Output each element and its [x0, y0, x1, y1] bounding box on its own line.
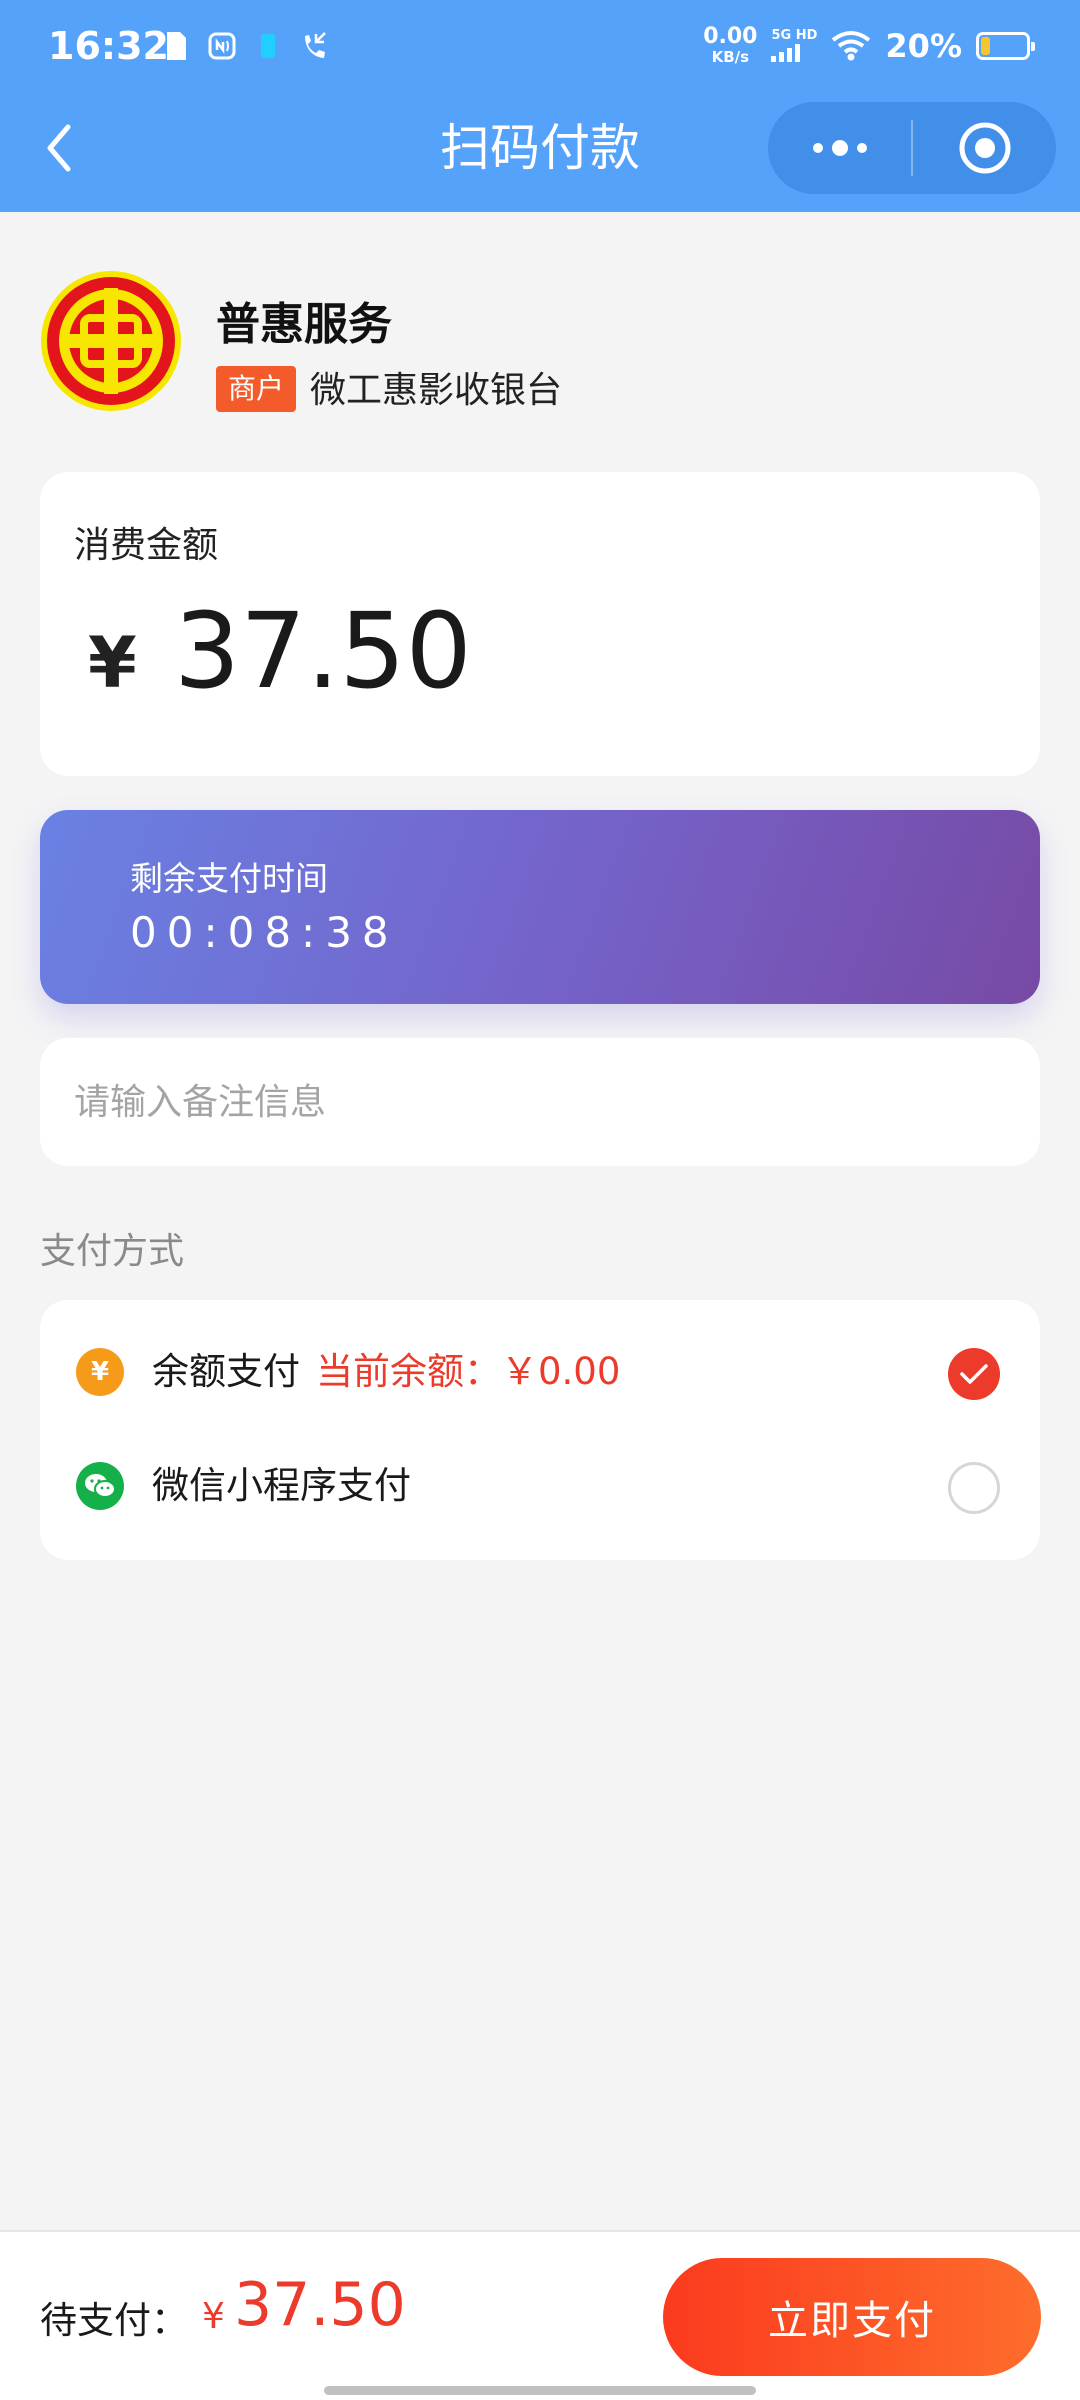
- timer-label: 剩余支付时间: [130, 859, 328, 898]
- cellular-signal: 5G HD: [771, 29, 817, 62]
- nfc-icon: [208, 30, 236, 62]
- status-left-icons: [162, 30, 328, 62]
- bottom-pay-bar: 待支付： ¥ 37.50 立即支付: [0, 2230, 1080, 2400]
- pending-currency-symbol: ¥: [202, 2296, 225, 2337]
- battery-fill: [981, 36, 990, 55]
- radio-selected[interactable]: [948, 1348, 1000, 1400]
- wechat-icon: [76, 1462, 124, 1510]
- merchant-info: 普惠服务 商户 微工惠影收银台: [40, 270, 1040, 415]
- checkmark-icon: [960, 1364, 988, 1384]
- coin-yen-icon: ¥: [76, 1348, 124, 1396]
- radio-unselected[interactable]: [948, 1462, 1000, 1514]
- battery-icon: [976, 31, 1035, 60]
- status-right: 0.00 KB/s 5G HD 20%: [703, 24, 1035, 66]
- remark-input[interactable]: [74, 1038, 1004, 1166]
- amount-currency-symbol: ¥: [88, 622, 137, 704]
- payment-methods-card: ¥ 余额支付 当前余额：￥0.00 微信小程序支付: [40, 1300, 1040, 1560]
- miniprogram-capsule: [768, 102, 1056, 194]
- network-speed: 0.00 KB/s: [703, 24, 758, 66]
- battery-percent: 20%: [885, 26, 962, 65]
- merchant-cashier-name: 微工惠影收银台: [310, 370, 563, 411]
- remark-card: [40, 1038, 1040, 1166]
- payment-method-label: 支付方式: [40, 1231, 185, 1272]
- app-header: 16:32 0.00 KB/s 5G HD 20% 扫码付款: [0, 0, 1080, 212]
- payment-option-label: 余额支付: [152, 1350, 300, 1393]
- pay-now-button[interactable]: 立即支付: [663, 2258, 1041, 2376]
- status-time: 16:32: [48, 24, 169, 68]
- wifi-icon: [831, 30, 871, 62]
- close-miniprogram-button[interactable]: [913, 102, 1056, 194]
- pending-amount: 37.50: [234, 2270, 406, 2340]
- amount-value: 37.50: [174, 590, 472, 712]
- pending-label: 待支付：: [40, 2299, 188, 2342]
- more-dots-icon: [812, 143, 823, 153]
- payment-timer-card: 剩余支付时间 00:08:38: [40, 810, 1040, 1004]
- amount-label: 消费金额: [74, 525, 219, 566]
- sim-card-icon: [162, 30, 190, 62]
- target-close-icon: [959, 122, 1010, 174]
- timer-countdown: 00:08:38: [130, 908, 399, 957]
- current-balance-text: 当前余额：￥0.00: [316, 1350, 621, 1393]
- signal-label: 5G HD: [771, 28, 818, 43]
- payment-option-label: 微信小程序支付: [152, 1464, 411, 1507]
- notification-icon: [254, 30, 282, 62]
- more-button[interactable]: [768, 102, 911, 194]
- amount-card: 消费金额 ¥ 37.50: [40, 472, 1040, 776]
- status-bar: 16:32 0.00 KB/s 5G HD 20%: [0, 0, 1080, 100]
- payment-option-balance[interactable]: ¥ 余额支付 当前余额：￥0.00: [40, 1316, 1040, 1428]
- merchant-tag-badge: 商户: [216, 366, 297, 412]
- missed-call-icon: [300, 30, 328, 62]
- signal-bars-icon: [771, 44, 801, 62]
- home-indicator[interactable]: [324, 2386, 756, 2395]
- merchant-name: 普惠服务: [216, 299, 392, 350]
- union-emblem-logo: [41, 271, 181, 411]
- payment-option-wechat[interactable]: 微信小程序支付: [40, 1430, 1040, 1542]
